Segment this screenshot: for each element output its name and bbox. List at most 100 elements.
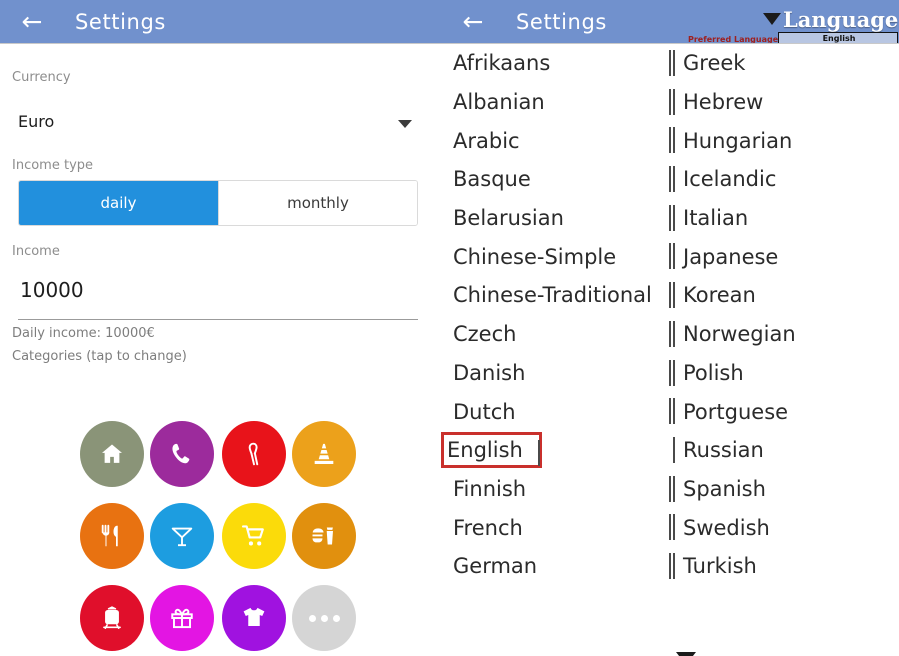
tram-icon [99, 605, 125, 631]
language-item-portguese[interactable]: Portguese [673, 392, 899, 431]
app-screen: ← Settings ← Settings Language Preferred… [0, 0, 899, 656]
language-item-spanish[interactable]: Spanish [673, 470, 899, 509]
language-item-swedish[interactable]: Swedish [673, 508, 899, 547]
category-shopping[interactable] [222, 503, 286, 569]
income-type-option-daily[interactable]: daily [19, 181, 218, 225]
language-item-label: Polish [683, 360, 744, 385]
gift-icon [169, 605, 195, 631]
language-item-arabic[interactable]: Arabic [443, 121, 671, 160]
language-item-label: Greek [683, 51, 746, 76]
language-item-chinese-simple[interactable]: Chinese-Simple [443, 237, 671, 276]
settings-panel: Currency Euro Income type daily monthly … [0, 44, 441, 656]
language-item-label: Albanian [453, 90, 545, 115]
language-item-afrikaans[interactable]: Afrikaans [443, 44, 671, 83]
language-item-label: Czech [453, 322, 517, 347]
house-icon [99, 441, 125, 467]
language-item-turkish[interactable]: Turkish [673, 547, 899, 586]
traffic-cone-icon [311, 441, 337, 467]
language-item-label: Chinese-Simple [453, 244, 617, 269]
language-item-norwegian[interactable]: Norwegian [673, 315, 899, 354]
cocktail-icon [169, 523, 195, 549]
page-title-left: Settings [75, 10, 166, 34]
language-item-english[interactable]: English [441, 431, 542, 468]
language-item-label: Dutch [453, 399, 516, 424]
page-title-right: Settings [516, 10, 607, 34]
language-item-german[interactable]: German [443, 547, 671, 586]
language-item-russian[interactable]: Russian [673, 431, 899, 470]
language-item-label: Danish [453, 360, 526, 385]
language-item-korean[interactable]: Korean [673, 276, 899, 315]
category-fast-food[interactable] [292, 503, 356, 569]
language-item-label: Belarusian [453, 206, 564, 231]
language-item-label: Finnish [453, 476, 527, 501]
language-item-greek[interactable]: Greek [673, 44, 899, 83]
language-item-label: Portguese [683, 399, 789, 424]
scroll-down-triangle-icon[interactable] [676, 652, 696, 656]
language-item-label: Italian [683, 206, 749, 231]
category-travel[interactable] [292, 421, 356, 487]
language-item-albanian[interactable]: Albanian [443, 83, 671, 122]
language-item-label: Korean [683, 283, 756, 308]
back-arrow-icon[interactable]: ← [18, 8, 46, 36]
language-item-label: Japanese [683, 244, 779, 269]
language-item-label: Hungarian [683, 128, 793, 153]
language-item-label: German [453, 554, 538, 579]
language-item-japanese[interactable]: Japanese [673, 237, 899, 276]
category-gifts[interactable] [150, 585, 214, 651]
language-column-right: Greek Hebrew Hungarian Icelandic Italian Japa… [673, 44, 899, 604]
language-item-hebrew[interactable]: Hebrew [673, 83, 899, 122]
income-input[interactable]: 10000 [20, 280, 84, 300]
language-item-label: Chinese-Traditional [453, 283, 652, 308]
language-item-belarusian[interactable]: Belarusian [443, 199, 671, 238]
category-drinks[interactable] [150, 503, 214, 569]
income-label: Income [12, 244, 60, 259]
language-item-french[interactable]: French [443, 508, 671, 547]
language-item-italian[interactable]: Italian [673, 199, 899, 238]
language-item-label: Turkish [683, 554, 757, 579]
language-item-hungarian[interactable]: Hungarian [673, 121, 899, 160]
language-item-danish[interactable]: Danish [443, 354, 671, 393]
language-picker-panel: Afrikaans Albanian Arabic Basque Belarusian C… [441, 44, 899, 656]
currency-label: Currency [12, 70, 71, 85]
category-clothes[interactable] [222, 585, 286, 651]
category-home[interactable] [80, 421, 144, 487]
language-overlay-widget: Language Preferred Language: English [688, 8, 899, 46]
language-annotation-title: Language [783, 7, 899, 32]
language-item-icelandic[interactable]: Icelandic [673, 160, 899, 199]
language-item-basque[interactable]: Basque [443, 160, 671, 199]
language-item-dutch[interactable]: Dutch [443, 392, 671, 431]
phone-icon [169, 441, 195, 467]
language-item-label: Basque [453, 167, 531, 192]
ribbon-icon [241, 441, 267, 467]
language-item-chinese-traditional[interactable]: Chinese-Traditional [443, 276, 671, 315]
income-summary-text: Daily income: 10000€ [12, 326, 155, 341]
language-item-label: Hebrew [683, 90, 764, 115]
currency-value[interactable]: Euro [18, 112, 54, 132]
category-more[interactable] [292, 585, 356, 651]
back-arrow-icon[interactable]: ← [459, 8, 487, 36]
language-item-label: Icelandic [683, 167, 777, 192]
language-item-polish[interactable]: Polish [673, 354, 899, 393]
tshirt-icon [241, 605, 267, 631]
income-input-underline [18, 319, 418, 320]
language-item-label: Norwegian [683, 322, 796, 347]
header-right-settings: ← Settings Language Preferred Language: … [441, 0, 899, 46]
language-item-label: Swedish [683, 515, 770, 540]
chevron-down-icon[interactable] [398, 120, 412, 128]
triangle-down-icon [763, 13, 781, 25]
categories-label: Categories (tap to change) [12, 349, 187, 364]
language-item-label: French [453, 515, 523, 540]
language-item-label: Arabic [453, 128, 520, 153]
category-phone[interactable] [150, 421, 214, 487]
language-column-left: Afrikaans Albanian Arabic Basque Belarusian C… [441, 44, 671, 604]
category-transport[interactable] [80, 585, 144, 651]
more-dots-icon [308, 614, 340, 622]
burger-drink-icon [311, 523, 337, 549]
language-item-czech[interactable]: Czech [443, 315, 671, 354]
category-restaurant[interactable] [80, 503, 144, 569]
language-item-finnish[interactable]: Finnish [443, 470, 671, 509]
language-item-label: Russian [683, 438, 764, 463]
income-type-toggle: daily monthly [18, 180, 418, 226]
category-health[interactable] [222, 421, 286, 487]
income-type-option-monthly[interactable]: monthly [218, 181, 417, 225]
